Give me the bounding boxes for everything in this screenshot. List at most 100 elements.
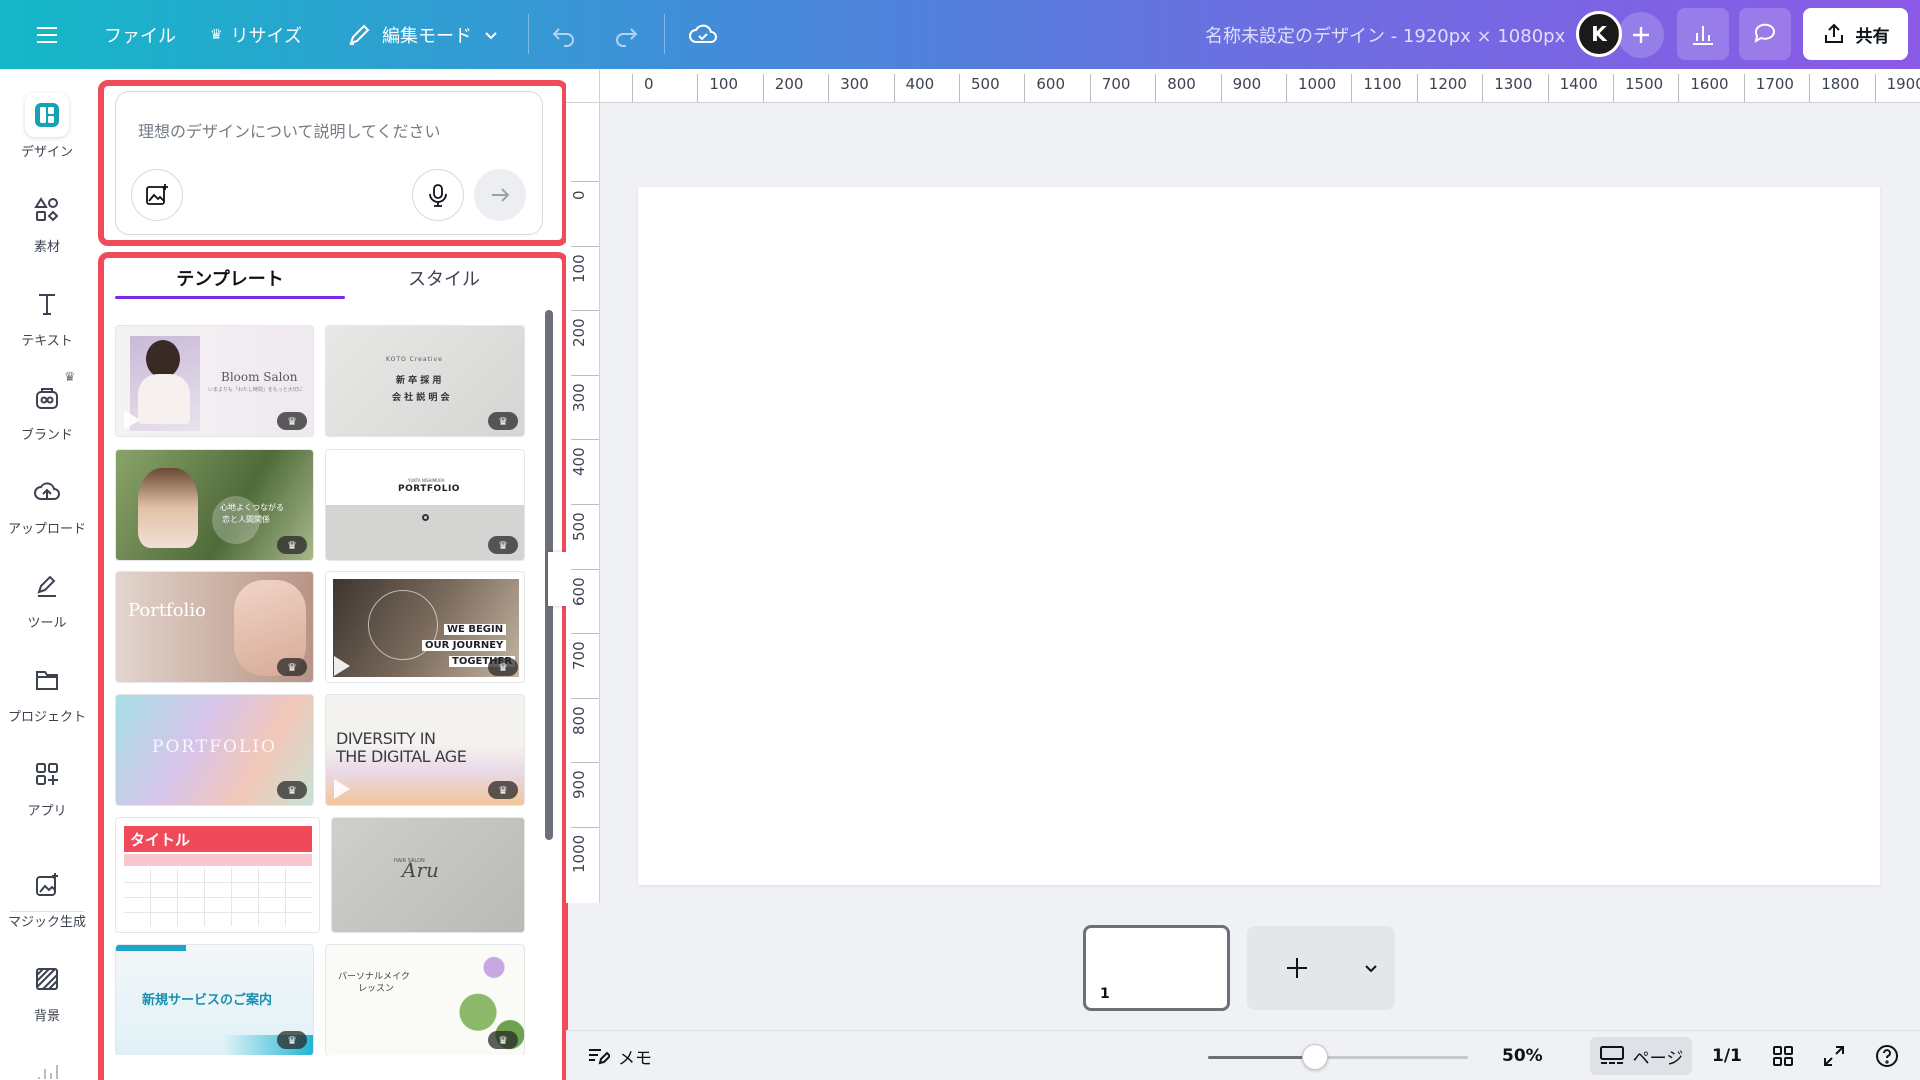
page-view-button[interactable]: ページ	[1590, 1037, 1692, 1075]
ruler-label: 600	[1036, 75, 1066, 93]
template-card[interactable]: WE BEGIN OUR JOURNEY TOGETHER ♛	[325, 571, 525, 683]
page-number: 1	[1100, 986, 1110, 1002]
rail-item-projects[interactable]: プロジェクト	[0, 658, 94, 744]
rail-item-uploads[interactable]: アップロード	[0, 470, 94, 556]
ruler-tick	[1613, 74, 1614, 102]
ruler-label: 1000	[1298, 75, 1337, 93]
template-small: YUKTA NISHIMURA	[408, 478, 445, 483]
rail-label-elements: 素材	[33, 240, 60, 255]
add-page-button[interactable]	[1247, 926, 1347, 1010]
avatar-initial: K	[1591, 22, 1607, 46]
rail-item-design[interactable]: デザイン	[0, 93, 94, 179]
redo-button[interactable]	[612, 0, 640, 69]
submit-prompt-button[interactable]	[474, 169, 526, 221]
crown-icon: ♛	[210, 26, 223, 43]
add-image-button[interactable]	[131, 169, 183, 221]
grid-view-button[interactable]	[1771, 1031, 1795, 1080]
menu-icon[interactable]	[34, 0, 60, 69]
text-icon	[25, 282, 69, 326]
template-card[interactable]: タイトル	[115, 817, 320, 933]
ruler-tick	[571, 245, 599, 247]
template-card[interactable]: Bloom Salon いまよりも「わたし時間」をもっと大切に ♛	[115, 325, 314, 437]
template-title: PORTFOLIO	[398, 484, 460, 494]
template-title: PORTFOLIO	[152, 737, 277, 757]
play-icon	[334, 779, 350, 799]
plus-icon	[1633, 27, 1649, 43]
zoom-slider-fill	[1208, 1056, 1315, 1059]
template-card[interactable]: 新規サービスのご案内 ♛	[115, 944, 314, 1055]
cloud-check-icon	[689, 24, 717, 43]
rail-item-text[interactable]: テキスト	[0, 282, 94, 368]
rail-more-icon	[34, 1059, 60, 1079]
page-counter[interactable]: 1/1	[1712, 1031, 1742, 1080]
magic-media-icon	[25, 863, 69, 907]
zoom-slider[interactable]	[1208, 1044, 1468, 1070]
crown-icon: ♛	[64, 370, 76, 385]
resize-label: リサイズ	[230, 25, 303, 47]
crown-icon: ♛	[488, 536, 518, 554]
share-button[interactable]: 共有	[1803, 8, 1908, 60]
cloud-save-status[interactable]	[688, 0, 718, 69]
fullscreen-button[interactable]	[1822, 1031, 1846, 1080]
ruler-label: 100	[570, 253, 588, 283]
tab-styles[interactable]: スタイル	[345, 256, 543, 300]
template-line2: THE DIGITAL AGE	[336, 747, 467, 766]
crown-icon: ♛	[277, 536, 307, 554]
ruler-label: 100	[709, 75, 739, 93]
help-button[interactable]	[1874, 1031, 1900, 1080]
template-card[interactable]: 心地よくつながる 恋と人間関係 ♛	[115, 449, 314, 561]
template-card[interactable]: DIVERSITY IN THE DIGITAL AGE ♛	[325, 694, 525, 806]
rail-item-tools[interactable]: ツール	[0, 564, 94, 650]
prompt-input[interactable]: 理想のデザインについて説明してください	[138, 118, 441, 142]
template-card[interactable]: KOTO Creative 新 卒 採 用 会 社 説 明 会 ♛	[325, 325, 525, 437]
undo-button[interactable]	[550, 0, 578, 69]
ruler-label: 1800	[1821, 75, 1860, 93]
document-title[interactable]: 名称未設定のデザイン - 1920px × 1080px	[1205, 0, 1565, 69]
template-card[interactable]: YUKTA NISHIMURA PORTFOLIO ♛	[325, 449, 525, 561]
file-menu-button[interactable]: ファイル	[104, 0, 176, 69]
template-card[interactable]: HAIR SALON Aru	[331, 817, 525, 933]
template-card[interactable]: PORTFOLIO ♛	[115, 694, 314, 806]
rail-label-background: 背景	[33, 1009, 60, 1024]
comments-button[interactable]	[1739, 8, 1791, 60]
invite-button[interactable]	[1618, 12, 1664, 58]
ruler-label: 1600	[1690, 75, 1729, 93]
template-card[interactable]: パーソナルメイク レッスン ♛	[325, 944, 525, 1055]
zoom-slider-thumb[interactable]	[1301, 1044, 1328, 1070]
ruler-label: 400	[905, 75, 935, 93]
rail-item-brand[interactable]: ♛ ブランド	[0, 370, 94, 462]
template-card[interactable]: Portfolio ♛	[115, 571, 314, 683]
tools-icon	[25, 564, 69, 608]
ruler-tick	[571, 310, 599, 312]
ruler-tick	[571, 504, 599, 505]
undo-icon	[552, 27, 574, 47]
ruler-label: 300	[840, 75, 869, 93]
upload-icon	[25, 470, 69, 514]
rail-item-apps[interactable]: アプリ	[0, 752, 94, 838]
avatar[interactable]: K	[1576, 11, 1622, 57]
ai-prompt-box[interactable]: 理想のデザインについて説明してください	[115, 91, 543, 235]
add-page-options-button[interactable]	[1347, 926, 1395, 1010]
rail-label-tools: ツール	[27, 616, 67, 631]
microphone-icon	[429, 184, 447, 207]
edit-mode-dropdown[interactable]: 編集モード	[346, 0, 500, 69]
voice-input-button[interactable]	[412, 169, 464, 221]
crown-icon: ♛	[277, 412, 307, 430]
zoom-percentage[interactable]: 50%	[1502, 1031, 1543, 1080]
crown-icon: ♛	[277, 781, 307, 799]
design-canvas[interactable]	[638, 187, 1880, 885]
rail-item-background[interactable]: 背景	[0, 957, 94, 1043]
ruler-tick	[1743, 74, 1745, 102]
template-grid: Bloom Salon いまよりも「わたし時間」をもっと大切に ♛ KOTO C…	[115, 325, 525, 1055]
page-thumbnail[interactable]: 1	[1083, 925, 1230, 1011]
tab-templates[interactable]: テンプレート	[115, 256, 345, 300]
ruler-label: 1700	[1755, 75, 1794, 93]
notes-button[interactable]: メモ	[586, 1031, 652, 1080]
rail-item-magic-media[interactable]: マジック生成	[0, 863, 94, 949]
arrow-right-icon	[492, 188, 510, 202]
resize-button[interactable]: ♛ リサイズ	[210, 0, 302, 69]
crown-icon: ♛	[277, 1031, 307, 1049]
crown-icon: ♛	[488, 781, 518, 799]
rail-item-elements[interactable]: 素材	[0, 188, 94, 274]
insights-button[interactable]	[1677, 8, 1729, 60]
